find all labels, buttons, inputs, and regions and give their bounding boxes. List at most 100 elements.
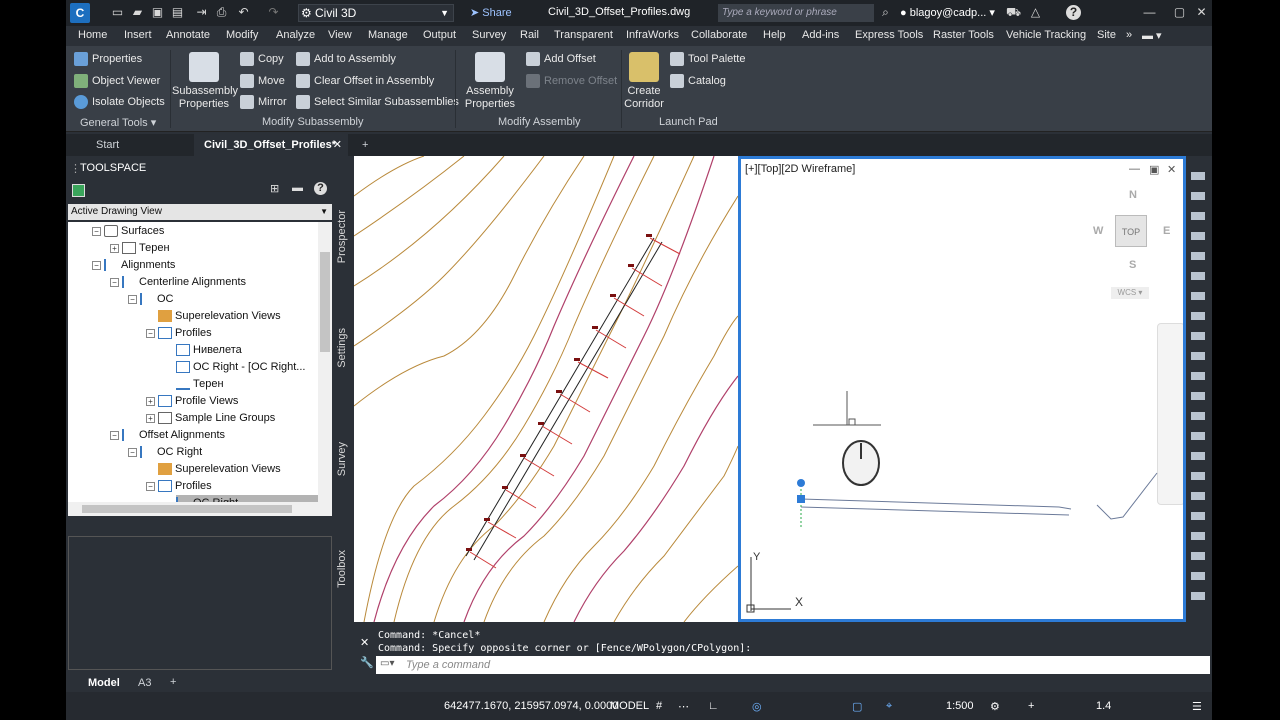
undo-icon[interactable]: ↶ xyxy=(236,5,251,20)
close-icon[interactable]: ✕ xyxy=(1194,5,1209,20)
close-tab-icon[interactable]: ✕ xyxy=(333,134,342,156)
osnap-icon[interactable]: ▢ xyxy=(852,700,862,713)
tab-start[interactable]: Start xyxy=(86,134,129,156)
remove-offset-button[interactable]: Remove Offset xyxy=(526,74,617,88)
tab-help[interactable]: Help xyxy=(763,29,786,41)
tab-site[interactable]: Site xyxy=(1097,29,1116,41)
general-tools-dropdown[interactable]: General Tools ▾ xyxy=(80,116,156,129)
tab-view[interactable]: View xyxy=(328,29,352,41)
cart-icon[interactable]: ⛟ xyxy=(1006,5,1021,20)
command-prompt-icon[interactable]: ▭▾ xyxy=(380,658,394,669)
menu-icon[interactable]: ☰ xyxy=(1192,700,1202,713)
add-icon[interactable]: + xyxy=(1028,700,1034,712)
tab-annotate[interactable]: Annotate xyxy=(166,29,210,41)
tab-prospector[interactable]: Prospector xyxy=(336,210,348,263)
tab-infraworks[interactable]: InfraWorks xyxy=(626,29,679,41)
tab-a3[interactable]: A3 xyxy=(138,677,151,689)
mirror-button[interactable]: Mirror xyxy=(240,95,287,109)
window-icon[interactable]: ▬ xyxy=(292,182,303,194)
tree-options-icon[interactable]: ⊞ xyxy=(270,182,279,195)
model-space-toggle[interactable]: MODEL xyxy=(610,700,649,712)
grid-icon[interactable]: # xyxy=(656,700,662,712)
tab-survey[interactable]: Survey xyxy=(472,29,506,41)
tab-manage[interactable]: Manage xyxy=(368,29,408,41)
tab-collaborate[interactable]: Collaborate xyxy=(691,29,747,41)
redo-icon[interactable]: ↷ xyxy=(266,5,281,20)
tab-rail[interactable]: Rail xyxy=(520,29,539,41)
user-account[interactable]: ● blagoy@cadp... ▾ xyxy=(900,6,995,19)
properties-button[interactable]: Properties xyxy=(74,52,142,66)
export-icon[interactable]: ⇥ xyxy=(194,5,209,20)
tree-item-surface-teren[interactable]: + Терен xyxy=(110,240,170,256)
app-logo[interactable]: C xyxy=(70,3,90,23)
tab-express-tools[interactable]: Express Tools xyxy=(855,29,923,41)
minimize-ribbon-icon[interactable]: ▬ ▾ xyxy=(1142,29,1162,42)
tab-survey[interactable]: Survey xyxy=(336,442,348,476)
add-to-assembly-button[interactable]: Add to Assembly xyxy=(296,52,396,66)
tree-item-sample-line-groups[interactable]: + Sample Line Groups xyxy=(146,410,275,426)
help-icon[interactable]: ? xyxy=(1066,5,1081,20)
settings-gear-icon[interactable]: ⚙ xyxy=(990,700,1000,713)
isolate-objects-button[interactable]: Isolate Objects xyxy=(74,95,165,109)
toolspace-view-select[interactable]: Active Drawing View ▼ xyxy=(68,204,332,220)
save-as-icon[interactable]: ▤ xyxy=(170,5,185,20)
scrollbar-thumb[interactable] xyxy=(320,252,330,352)
tree-item-superelevation-views[interactable]: Superelevation Views xyxy=(158,308,281,324)
autodesk-icon[interactable]: △ xyxy=(1028,5,1043,20)
vertical-scrollbar[interactable] xyxy=(318,222,332,516)
tab-toolbox[interactable]: Toolbox xyxy=(336,550,348,588)
close-command-icon[interactable]: ✕ xyxy=(360,636,369,649)
new-file-icon[interactable]: ▭ xyxy=(110,5,125,20)
tab-home[interactable]: Home xyxy=(78,29,107,41)
tree-item-profiles[interactable]: − Profiles xyxy=(146,325,212,341)
open-icon[interactable]: ▰ xyxy=(130,5,145,20)
subassembly-properties-button[interactable]: Subassembly Properties xyxy=(172,52,238,111)
move-button[interactable]: Move xyxy=(240,74,285,88)
new-tab-button[interactable]: + xyxy=(352,134,378,156)
tree-item-superelevation-views-2[interactable]: Superelevation Views xyxy=(158,461,281,477)
tree-item-oc[interactable]: − OC xyxy=(128,291,174,307)
snap-icon[interactable]: ⋯ xyxy=(678,700,689,713)
search-input[interactable]: Type a keyword or phrase xyxy=(718,4,874,22)
tree-item-offset-alignments[interactable]: − Offset Alignments xyxy=(110,427,225,443)
minimize-icon[interactable]: — xyxy=(1142,5,1157,20)
tree-item-alignments[interactable]: − Alignments xyxy=(92,257,175,273)
tab-model[interactable]: Model xyxy=(88,677,120,689)
status-value[interactable]: 1.4 xyxy=(1096,700,1111,712)
plan-viewport[interactable] xyxy=(354,156,738,622)
tree-item-profile-views[interactable]: + Profile Views xyxy=(146,393,238,409)
add-layout-button[interactable]: + xyxy=(170,676,176,688)
tree-item-profile-oc-right[interactable]: OC Right - [OC Right... xyxy=(176,359,305,375)
tree-item-profile-niveleta[interactable]: Нивелета xyxy=(176,342,242,358)
tab-transparent[interactable]: Transparent xyxy=(554,29,613,41)
catalog-button[interactable]: Catalog xyxy=(670,74,726,88)
scrollbar-thumb[interactable] xyxy=(82,505,292,513)
tab-vehicle-tracking[interactable]: Vehicle Tracking xyxy=(1006,29,1086,41)
coordinates-readout[interactable]: 642477.1670, 215957.0974, 0.0000 xyxy=(444,700,618,712)
print-icon[interactable]: ⎙ xyxy=(214,5,229,20)
create-corridor-button[interactable]: Create Corridor xyxy=(622,52,666,111)
save-icon[interactable]: ▣ xyxy=(150,5,165,20)
polar-icon[interactable]: ◎ xyxy=(752,700,762,713)
tab-analyze[interactable]: Analyze xyxy=(276,29,315,41)
restore-icon[interactable]: ▢ xyxy=(1172,5,1187,20)
tree-item-surfaces[interactable]: − Surfaces xyxy=(92,223,164,239)
object-viewer-button[interactable]: Object Viewer xyxy=(74,74,160,88)
search-icon[interactable]: ⌕ xyxy=(878,5,893,20)
more-tabs-icon[interactable]: » xyxy=(1126,29,1132,41)
clear-offset-button[interactable]: Clear Offset in Assembly xyxy=(296,74,434,88)
share-button[interactable]: ➤ Share xyxy=(470,6,512,19)
tree-item-profiles-2[interactable]: − Profiles xyxy=(146,478,212,494)
add-offset-button[interactable]: Add Offset xyxy=(526,52,596,66)
ortho-icon[interactable]: ∟ xyxy=(708,700,719,712)
tab-add-ins[interactable]: Add-ins xyxy=(802,29,839,41)
tree-item-oc-right[interactable]: − OC Right xyxy=(128,444,202,460)
select-similar-button[interactable]: Select Similar Subassemblies xyxy=(296,95,459,109)
tree-item-profile-teren[interactable]: Терен xyxy=(176,376,224,392)
copy-button[interactable]: Copy xyxy=(240,52,284,66)
toolspace-view-icon[interactable] xyxy=(72,184,85,197)
tab-modify[interactable]: Modify xyxy=(226,29,258,41)
tab-active-drawing[interactable]: Civil_3D_Offset_Profiles* ✕ xyxy=(194,134,348,156)
section-viewport[interactable]: [+][Top][2D Wireframe] — ▣ ✕ N W TOP E S… xyxy=(738,156,1186,622)
assembly-properties-button[interactable]: Assembly Properties xyxy=(460,52,520,111)
